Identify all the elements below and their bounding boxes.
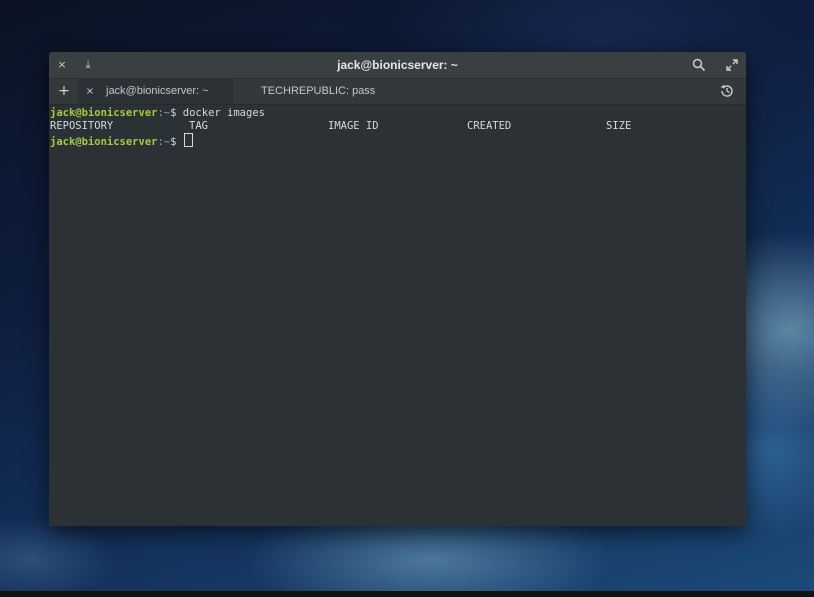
prompt-user: jack@bionicserver xyxy=(50,107,158,119)
tab-techrepublic-pass[interactable]: TECHREPUBLIC: pass xyxy=(233,79,433,104)
column-header: CREATED xyxy=(467,120,512,132)
maximize-icon[interactable] xyxy=(723,56,741,74)
add-tab-icon[interactable]: + xyxy=(55,82,73,100)
terminal-window: × ⤓ jack@bionicserver: ~ + × jack@bionic… xyxy=(49,52,746,526)
prompt-user: jack@bionicserver xyxy=(50,136,158,148)
tab-label: TECHREPUBLIC: pass xyxy=(261,85,376,97)
title-bar[interactable]: × ⤓ jack@bionicserver: ~ xyxy=(49,52,746,79)
column-header: SIZE xyxy=(606,120,632,132)
history-icon[interactable] xyxy=(719,82,737,100)
prompt-symbol: $ xyxy=(170,107,183,119)
prompt-path: :~ xyxy=(157,107,171,119)
column-header: TAG xyxy=(189,120,208,132)
command-text: docker images xyxy=(182,107,265,119)
column-header: IMAGE ID xyxy=(328,120,379,132)
tab-label: jack@bionicserver: ~ xyxy=(106,85,209,97)
window-title: jack@bionicserver: ~ xyxy=(337,58,458,72)
tab-bar: + × jack@bionicserver: ~ TECHREPUBLIC: p… xyxy=(49,79,746,105)
search-icon[interactable] xyxy=(690,56,708,74)
output-header-row: REPOSITORY TAG IMAGE ID CREATED SIZE xyxy=(50,120,746,133)
tab-jack-bionicserver[interactable]: × jack@bionicserver: ~ xyxy=(78,79,233,104)
terminal-output[interactable]: jack@bionicserver:~$ docker images REPOS… xyxy=(49,105,746,526)
text-cursor xyxy=(183,133,193,147)
command-line: jack@bionicserver:~$ docker images xyxy=(50,107,746,120)
bottom-panel xyxy=(0,591,814,597)
prompt-symbol: $ xyxy=(170,136,183,148)
tab-close-icon[interactable]: × xyxy=(83,79,97,104)
prompt-path: :~ xyxy=(157,136,171,148)
column-header: REPOSITORY xyxy=(50,120,114,132)
prompt-line: jack@bionicserver:~$ xyxy=(50,133,746,148)
